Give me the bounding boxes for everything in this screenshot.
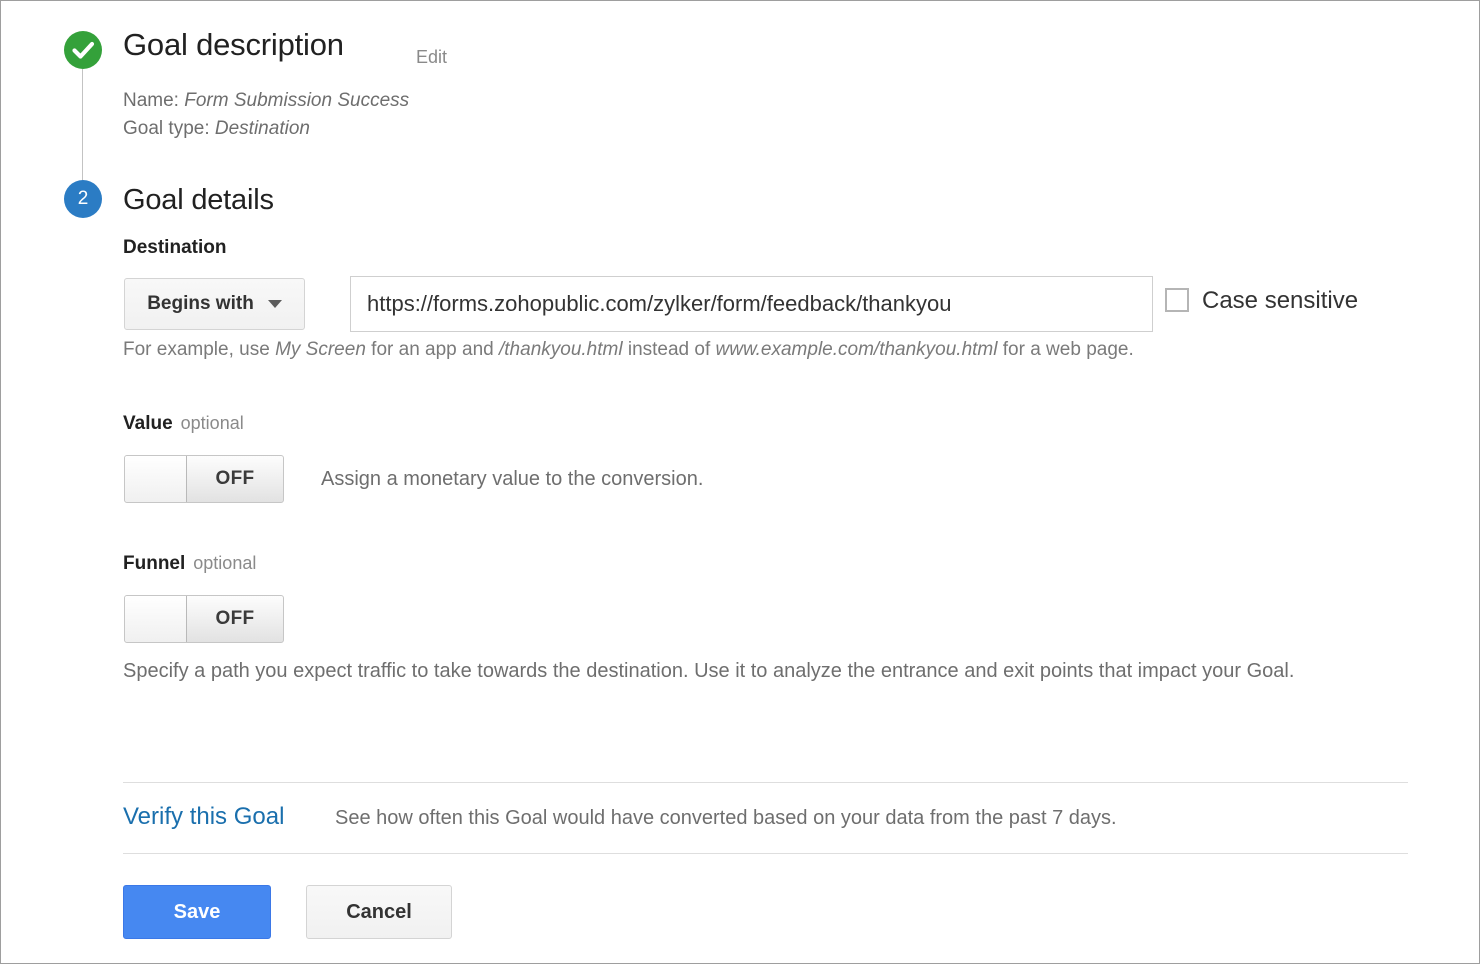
funnel-section-label: Funnel optional — [123, 553, 256, 575]
step-connector-line — [82, 69, 83, 181]
verify-this-goal-link[interactable]: Verify this Goal — [123, 803, 284, 831]
funnel-toggle-knob — [125, 596, 187, 642]
hint-pre: For example, use — [123, 339, 276, 360]
verify-description: See how often this Goal would have conve… — [335, 807, 1117, 829]
match-type-value: Begins with — [147, 293, 254, 314]
goal-type-summary: Goal type: Destination — [123, 118, 310, 140]
destination-label: Destination — [123, 237, 227, 258]
value-toggle[interactable]: OFF — [124, 455, 284, 503]
funnel-label-text: Funnel — [123, 553, 186, 574]
value-toggle-knob — [125, 456, 187, 502]
check-circle-icon — [72, 41, 95, 59]
goal-description-title: Goal description — [123, 27, 344, 62]
verify-divider-top — [123, 782, 1408, 783]
case-sensitive-label[interactable]: Case sensitive — [1202, 287, 1358, 315]
chevron-down-icon — [267, 300, 282, 308]
hint-example-url: www.example.com/thankyou.html — [715, 339, 998, 360]
goal-name-value: Form Submission Success — [184, 90, 410, 111]
goal-type-value: Destination — [214, 118, 310, 139]
value-toggle-description: Assign a monetary value to the conversio… — [321, 468, 704, 490]
hint-mid1: for an app and — [365, 339, 499, 360]
step-2-number-badge: 2 — [64, 180, 102, 218]
save-button[interactable]: Save — [123, 885, 271, 939]
funnel-toggle-state: OFF — [215, 608, 255, 629]
edit-goal-description-link[interactable]: Edit — [416, 47, 447, 68]
match-type-dropdown[interactable]: Begins with — [124, 278, 305, 330]
hint-post: for a web page. — [997, 339, 1134, 360]
verify-divider-bottom — [123, 853, 1408, 854]
destination-hint: For example, use My Screen for an app an… — [123, 339, 1134, 361]
hint-mid2: instead of — [622, 339, 716, 360]
hint-example-app: My Screen — [275, 339, 366, 360]
goal-name-prefix: Name: — [123, 90, 179, 111]
cancel-button[interactable]: Cancel — [306, 885, 452, 939]
step-1-complete-icon — [64, 31, 102, 69]
goal-type-prefix: Goal type: — [123, 118, 210, 139]
funnel-description: Specify a path you expect traffic to tak… — [123, 660, 1295, 682]
funnel-optional-tag: optional — [193, 553, 257, 573]
goal-setup-panel: 2 Goal description Edit Name: Form Submi… — [0, 0, 1480, 964]
hint-example-path: /thankyou.html — [499, 339, 623, 360]
value-label-text: Value — [123, 413, 173, 434]
value-optional-tag: optional — [180, 413, 244, 433]
case-sensitive-checkbox[interactable] — [1165, 288, 1189, 312]
destination-url-input[interactable] — [350, 276, 1153, 332]
funnel-toggle[interactable]: OFF — [124, 595, 284, 643]
value-toggle-state: OFF — [215, 468, 255, 489]
goal-name-summary: Name: Form Submission Success — [123, 90, 409, 112]
value-section-label: Value optional — [123, 413, 244, 435]
goal-details-title: Goal details — [123, 184, 274, 216]
